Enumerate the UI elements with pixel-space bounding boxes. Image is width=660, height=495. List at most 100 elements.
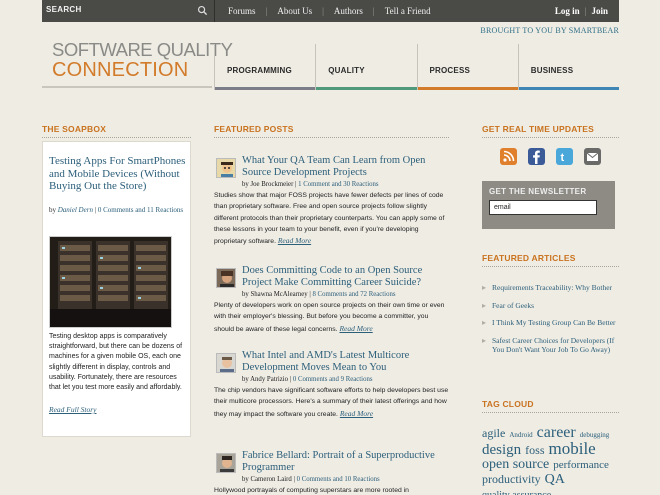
post-stats[interactable]: 8 Comments and 72 Reactions	[312, 291, 395, 298]
tab-label: BUSINESS	[530, 66, 574, 75]
post-author[interactable]: Cameron Laird	[251, 476, 292, 483]
read-full-story-link[interactable]: Read Full Story	[49, 405, 97, 414]
post-item: Does Committing Code to an Open Source P…	[214, 265, 449, 340]
nav-about-us[interactable]: About Us	[267, 6, 322, 16]
heading-soapbox: THE SOAPBOX	[42, 124, 107, 134]
join-link[interactable]: Join	[586, 6, 613, 16]
read-more-link[interactable]: Read More	[278, 236, 311, 245]
post-body: Plenty of developers work on open source…	[214, 302, 445, 333]
search-icon[interactable]	[197, 5, 208, 16]
site-logo[interactable]: SOFTWARE QUALITY CONNECTION	[52, 39, 233, 81]
top-nav: Forums | About Us | Authors | Tell a Fri…	[218, 0, 441, 22]
logo-underline	[42, 86, 212, 88]
post-title[interactable]: Fabrice Bellard: Portrait of a Superprod…	[242, 450, 449, 473]
email-icon[interactable]	[584, 148, 601, 165]
by-label: by	[242, 376, 249, 383]
soapbox-byline: by Daniel Dern | 0 Comments and 11 React…	[49, 205, 187, 215]
tab-label: PROGRAMMING	[227, 66, 292, 75]
post-author[interactable]: Shawna McAlearney	[251, 291, 308, 298]
tab-business[interactable]: BUSINESS	[517, 44, 619, 90]
tag-link[interactable]: design	[482, 442, 521, 458]
author-avatar[interactable]	[216, 453, 236, 473]
tag-link[interactable]: performance	[553, 459, 609, 471]
by-label: by	[49, 206, 56, 214]
facebook-icon[interactable]	[528, 148, 545, 165]
by-label: by	[242, 181, 249, 188]
post-body: Studies show that major FOSS projects ha…	[214, 192, 445, 246]
post-title[interactable]: Does Committing Code to an Open Source P…	[242, 265, 449, 288]
soapbox-summary: Testing desktop apps is comparatively st…	[49, 333, 183, 392]
soapbox-author[interactable]: Daniel Dern	[58, 206, 93, 214]
tag-link[interactable]: productivity	[482, 472, 541, 486]
tag-link[interactable]: quality assurance	[482, 490, 551, 495]
search-box[interactable]: SEARCH	[42, 0, 215, 22]
sponsor-link[interactable]: BROUGHT TO YOU BY SMARTBEAR	[480, 26, 619, 35]
tag-link[interactable]: Android	[509, 431, 532, 439]
post-title[interactable]: What Intel and AMD's Latest Multicore De…	[242, 350, 449, 373]
featured-article-link[interactable]: Requirements Traceability: Why Bother	[482, 283, 618, 293]
post-stats[interactable]: 1 Comment and 30 Reactions	[298, 181, 378, 188]
soapbox-card: Testing Apps For SmartPhones and Mobile …	[42, 141, 191, 437]
read-more-link[interactable]: Read More	[340, 409, 373, 418]
server-rack-image[interactable]	[49, 236, 172, 328]
by-label: by	[242, 291, 249, 298]
twitter-icon[interactable]: t	[556, 148, 573, 165]
tab-color-bar	[215, 87, 316, 90]
author-avatar[interactable]	[216, 268, 236, 288]
post-byline: by Cameron Laird | 0 Comments and 10 Rea…	[242, 476, 452, 483]
soapbox-comments[interactable]: 0 Comments and 11 Reactions	[98, 206, 183, 214]
nav-tell-a-friend[interactable]: Tell a Friend	[375, 6, 441, 16]
author-avatar[interactable]	[216, 353, 236, 373]
post-stats[interactable]: 0 Comments and 9 Reactions	[293, 376, 373, 383]
post-byline: by Shawna McAlearney | 8 Comments and 72…	[242, 291, 452, 298]
featured-article-link[interactable]: I Think My Testing Group Can Be Better	[482, 318, 618, 328]
tab-label: QUALITY	[328, 66, 365, 75]
featured-articles-list: Requirements Traceability: Why Bother Fe…	[482, 283, 618, 363]
login-link[interactable]: Log in	[550, 6, 585, 16]
heading-realtime: GET REAL TIME UPDATES	[482, 124, 595, 134]
tag-link[interactable]: debugging	[580, 431, 610, 439]
heading-tag-cloud: TAG CLOUD	[482, 399, 534, 409]
featured-article-link[interactable]: Safest Career Choices for Developers (If…	[482, 336, 618, 355]
rss-icon[interactable]	[500, 148, 517, 165]
post-item: What Intel and AMD's Latest Multicore De…	[214, 350, 449, 435]
tag-link[interactable]: agile	[482, 426, 505, 440]
soapbox-title[interactable]: Testing Apps For SmartPhones and Mobile …	[49, 155, 187, 193]
tag-link[interactable]: QA	[545, 472, 565, 487]
tag-link[interactable]: mobile	[549, 439, 596, 458]
heading-featured-articles: FEATURED ARTICLES	[482, 253, 576, 263]
newsletter-title: GET THE NEWSLETTER	[489, 187, 587, 196]
tab-process[interactable]: PROCESS	[416, 44, 518, 90]
featured-article-link[interactable]: Fear of Geeks	[482, 301, 618, 311]
tab-programming[interactable]: PROGRAMMING	[214, 44, 316, 90]
dotted-divider	[482, 266, 619, 267]
nav-forums[interactable]: Forums	[218, 6, 266, 16]
post-author[interactable]: Joe Brockmeier	[251, 181, 294, 188]
author-avatar[interactable]	[216, 158, 236, 178]
post-author[interactable]: Andy Patrizio	[250, 376, 288, 383]
auth-links: Log in | Join	[550, 0, 613, 22]
tag-link[interactable]: open source	[482, 457, 549, 472]
post-summary: The chip vendors have significant softwa…	[214, 385, 449, 420]
category-nav: PROGRAMMING QUALITY PROCESS BUSINESS	[214, 44, 619, 90]
newsletter-box: GET THE NEWSLETTER email	[482, 181, 615, 229]
top-bar: SEARCH Forums | About Us | Authors | Tel…	[42, 0, 619, 22]
post-stats[interactable]: 0 Comments and 10 Reactions	[297, 476, 380, 483]
logo-line1: SOFTWARE QUALITY	[52, 39, 233, 60]
server-rack-illustration	[50, 237, 171, 327]
dotted-divider	[42, 137, 191, 138]
nav-authors[interactable]: Authors	[324, 6, 373, 16]
read-more-link[interactable]: Read More	[339, 324, 372, 333]
search-label: SEARCH	[46, 5, 82, 14]
dotted-divider	[482, 412, 619, 413]
post-summary: Plenty of developers work on open source…	[214, 300, 449, 335]
newsletter-email-field[interactable]: email	[489, 200, 597, 215]
post-title[interactable]: What Your QA Team Can Learn from Open So…	[242, 155, 449, 178]
tab-quality[interactable]: QUALITY	[315, 44, 417, 90]
post-item: Fabrice Bellard: Portrait of a Superprod…	[214, 450, 449, 495]
tab-color-bar	[316, 87, 417, 90]
post-summary: Hollywood portrayals of computing supers…	[214, 485, 449, 495]
tab-color-bar	[417, 87, 518, 90]
tab-label: PROCESS	[429, 66, 471, 75]
tag-link[interactable]: foss	[525, 443, 544, 457]
